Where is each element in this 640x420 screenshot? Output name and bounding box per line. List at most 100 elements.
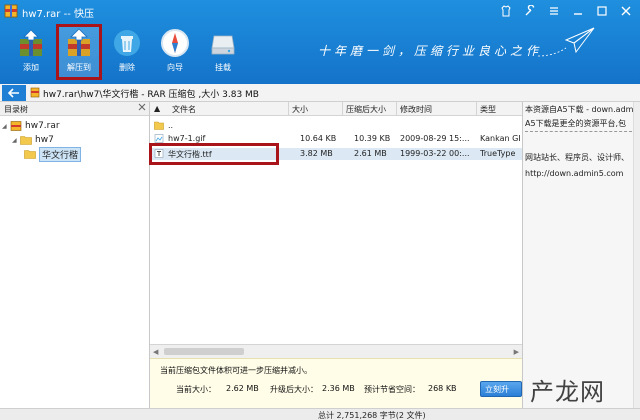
address-path[interactable]: hw7.rar\hw7\华文行楷 - RAR 压缩包 ,大小 3.83 MB	[43, 87, 259, 100]
mount-label: 挂载	[215, 63, 231, 72]
archive-small-icon	[30, 87, 40, 98]
menu-icon	[550, 7, 558, 15]
upgrade-now-button[interactable]: 立刻升	[480, 381, 522, 397]
scrollbar-thumb[interactable]	[164, 348, 244, 355]
maximize-button[interactable]	[592, 3, 612, 19]
watermark-text: 产龙网	[530, 378, 605, 406]
extract-icon	[68, 28, 90, 56]
app-icon	[4, 4, 18, 18]
add-label: 添加	[23, 63, 39, 72]
tree-node-label: 华文行楷	[39, 146, 82, 162]
settings-button[interactable]	[520, 3, 540, 19]
tree-node-huawen[interactable]: 华文行楷	[24, 146, 82, 162]
tree-close-button[interactable]	[138, 103, 146, 114]
file-packed-size: 2.61 MB	[354, 149, 387, 158]
minimize-button[interactable]	[568, 3, 588, 19]
column-header-type[interactable]: 类型	[480, 104, 496, 115]
extract-to-button[interactable]: 解压到	[56, 24, 102, 80]
column-header-packed[interactable]: 压缩后大小	[346, 104, 386, 115]
file-size: 10.64 KB	[300, 134, 337, 143]
info-line[interactable]: http://down.admin5.com	[525, 169, 639, 178]
file-modified: 2009-08-29 15:...	[400, 134, 470, 143]
tip-message: 当前压缩包文件体积可进一步压缩并减小。	[160, 366, 312, 375]
extract-to-label: 解压到	[67, 63, 91, 72]
trash-icon	[114, 30, 140, 56]
directory-tree: 目录树 ◢ hw7.rar ◢ hw7 华文行楷	[0, 102, 150, 408]
file-type: TrueType	[480, 149, 516, 158]
drive-icon	[211, 35, 235, 55]
delete-label: 删除	[119, 63, 135, 72]
title-bar: hw7.rar -- 快压	[0, 0, 640, 22]
file-row-parent[interactable]: ..	[150, 120, 522, 132]
close-button[interactable]	[616, 3, 636, 19]
info-panel: 本资源自A5下载 - down.admi A5下载是更全的资源平台,包 网站站长…	[522, 102, 640, 408]
add-button[interactable]: 添加	[8, 24, 54, 80]
toolbar: 添加 解压到 删除 向导 挂载	[0, 24, 246, 82]
tree-node-label: hw7	[35, 135, 54, 145]
horizontal-scrollbar[interactable]: ◀ ▶	[150, 344, 522, 358]
window-controls	[496, 3, 636, 19]
archive-icon	[10, 121, 22, 131]
file-type: Kankan GI	[480, 134, 521, 143]
current-size-label: 当前大小：	[176, 385, 216, 394]
file-list: ▲ 文件名 大小 压缩后大小 修改时间 类型 .. hw7-1.gif 10.6…	[150, 102, 522, 344]
wizard-button[interactable]: 向导	[152, 24, 198, 80]
image-file-icon	[154, 134, 164, 143]
slogan-text: 十年磨一剑，压缩行业良心之作	[318, 44, 543, 58]
file-packed-size: 10.39 KB	[354, 134, 391, 143]
collapse-icon: ◢	[2, 122, 7, 130]
collapse-icon: ◢	[12, 136, 17, 144]
wizard-label: 向导	[167, 63, 183, 72]
file-modified: 1999-03-22 00:...	[400, 149, 470, 158]
status-text: 总计 2,751,268 字节(2 文件)	[318, 411, 426, 420]
scroll-left-icon[interactable]: ◀	[153, 348, 158, 356]
status-bar: 总计 2,751,268 字节(2 文件)	[0, 408, 640, 420]
tree-node-hw7[interactable]: ◢ hw7	[12, 133, 54, 147]
column-divider	[342, 102, 343, 116]
column-divider	[288, 102, 289, 116]
upgrade-tip-panel: 当前压缩包文件体积可进一步压缩并减小。 当前大小： 2.62 MB 升级后大小：…	[150, 358, 522, 408]
menu-button[interactable]	[544, 3, 564, 19]
info-line: 本资源自A5下载 - down.admi	[525, 105, 636, 114]
compass-icon	[161, 29, 189, 57]
file-name: ..	[168, 121, 174, 130]
delete-button[interactable]: 删除	[104, 24, 150, 80]
watermark: 产龙网	[520, 372, 636, 406]
info-line: A5下载是更全的资源平台,包	[525, 119, 627, 128]
current-size-value: 2.62 MB	[226, 384, 259, 393]
file-list-header: ▲ 文件名 大小 压缩后大小 修改时间 类型	[150, 102, 522, 116]
skin-icon	[501, 5, 511, 17]
mount-button[interactable]: 挂载	[200, 24, 246, 80]
folder-up-icon	[154, 121, 164, 130]
close-icon	[138, 103, 146, 111]
column-header-modified[interactable]: 修改时间	[400, 104, 432, 115]
folder-icon	[20, 136, 32, 145]
back-button[interactable]	[2, 85, 26, 101]
info-line: 网站站长、程序员、设计师、	[525, 153, 629, 162]
close-icon	[621, 6, 631, 16]
folder-icon	[24, 150, 36, 159]
maximize-icon	[597, 6, 607, 16]
scroll-right-icon[interactable]: ▶	[514, 348, 519, 356]
column-header-size[interactable]: 大小	[292, 104, 308, 115]
paper-plane-icon	[537, 27, 595, 57]
highlight-box	[149, 143, 279, 165]
saved-space-value: 268 KB	[428, 384, 457, 393]
saved-space-label: 预计节省空间：	[364, 385, 420, 394]
info-scrollbar[interactable]	[633, 102, 640, 408]
info-divider	[525, 131, 637, 132]
tree-node-label: hw7.rar	[25, 121, 60, 131]
sort-icon: ▲	[154, 104, 161, 113]
file-name: hw7-1.gif	[168, 134, 206, 143]
upgraded-size-value: 2.36 MB	[322, 384, 355, 393]
column-divider	[396, 102, 397, 116]
wrench-icon	[525, 5, 535, 16]
skin-button[interactable]	[496, 3, 516, 19]
tree-title: 目录树	[4, 105, 28, 114]
address-bar: hw7.rar\hw7\华文行楷 - RAR 压缩包 ,大小 3.83 MB	[0, 84, 640, 102]
add-archive-icon	[20, 29, 42, 56]
minimize-icon	[574, 13, 582, 15]
column-header-name[interactable]: 文件名	[172, 104, 196, 115]
upgraded-size-label: 升级后大小：	[270, 385, 318, 394]
tree-node-archive[interactable]: ◢ hw7.rar	[2, 119, 60, 133]
